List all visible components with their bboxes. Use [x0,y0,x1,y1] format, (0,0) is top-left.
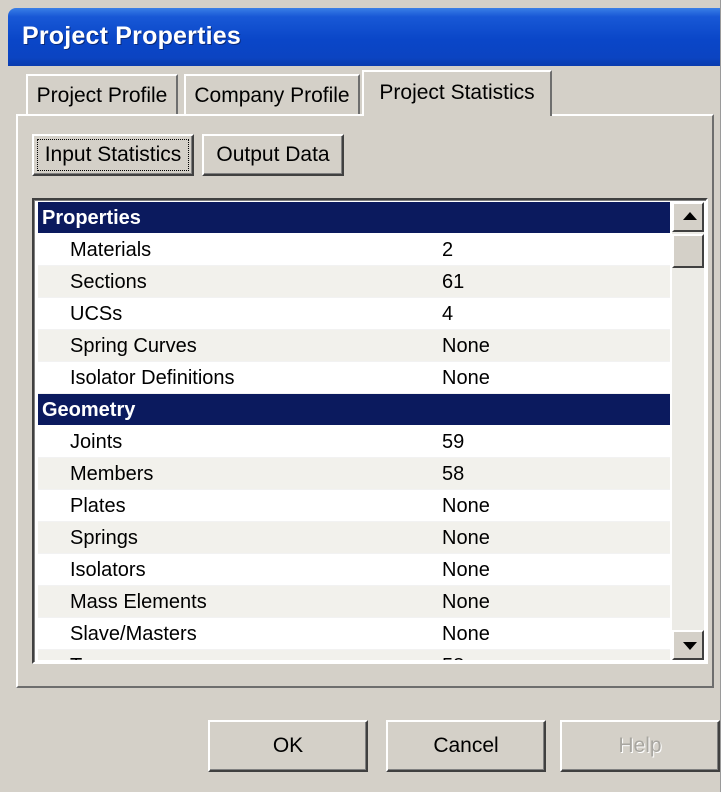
stat-value: None [442,559,490,581]
list-item[interactable]: Isolators None [38,554,670,586]
list-item[interactable]: Members 58 [38,458,670,490]
stat-label: Joints [70,431,123,453]
stat-label: Materials [70,239,152,261]
list-item[interactable]: Springs None [38,522,670,554]
stat-value: None [442,495,490,517]
ok-button[interactable]: OK [208,720,368,772]
list-item[interactable]: Plates None [38,490,670,522]
stat-value: None [442,335,490,357]
list-item[interactable]: Mass Elements None [38,586,670,618]
title-bar[interactable]: Project Properties [8,8,720,66]
stat-label: UCSs [70,303,123,325]
stat-label: Isolators [70,559,146,581]
stat-value: 4 [442,303,454,325]
scroll-up-button[interactable] [672,202,704,232]
tab-company-profile[interactable]: Company Profile [184,74,360,114]
stat-label: Mass Elements [70,591,207,613]
stat-value: 59 [442,431,465,453]
stat-label: Tag [70,650,102,660]
list-item[interactable]: Joints 59 [38,426,670,458]
stat-value: None [442,591,490,613]
tab-project-statistics[interactable]: Project Statistics [362,70,552,116]
list-item[interactable]: Spring Curves None [38,330,670,362]
stat-value: 58 [442,650,464,660]
stat-value: None [442,623,490,645]
tab-project-profile[interactable]: Project Profile [26,74,178,114]
stat-label: Isolator Definitions [70,367,235,389]
list-item[interactable]: Isolator Definitions None [38,362,670,394]
section-header: Properties [38,202,670,234]
stat-value: 61 [442,271,465,293]
input-statistics-button[interactable]: Input Statistics [32,134,194,176]
stat-label: Spring Curves [70,335,197,357]
project-properties-dialog: Project Properties Project Profile Compa… [0,0,721,792]
scroll-thumb[interactable] [672,234,704,268]
stat-label: Plates [70,495,126,517]
list-item[interactable]: UCSs 4 [38,298,670,330]
scroll-down-button[interactable] [672,630,704,660]
stat-value: 58 [442,463,465,485]
arrow-up-icon [683,212,697,220]
output-data-button[interactable]: Output Data [202,134,344,176]
stat-label: Slave/Masters [70,623,197,645]
stat-label: Springs [70,527,138,549]
help-button[interactable]: Help [560,720,720,772]
list-item[interactable]: Sections 61 [38,266,670,298]
list-item[interactable]: Materials 2 [38,234,670,266]
statistics-list[interactable]: Properties Materials 2 Sections 61 UCSs 4 Sprin… [32,198,708,664]
section-header: Geometry [38,394,670,426]
vertical-scrollbar[interactable] [672,202,704,660]
list-item[interactable]: Tag 58 [38,650,670,660]
window-title: Project Properties [22,22,241,50]
stat-label: Members [70,463,154,485]
cancel-button[interactable]: Cancel [386,720,546,772]
stat-value: None [442,527,490,549]
stat-label: Sections [70,271,147,293]
stat-value: 2 [442,239,454,261]
statistics-rows: Properties Materials 2 Sections 61 UCSs 4 Sprin… [38,202,670,660]
list-item[interactable]: Slave/Masters None [38,618,670,650]
arrow-down-icon [683,642,697,650]
stat-value: None [442,367,490,389]
